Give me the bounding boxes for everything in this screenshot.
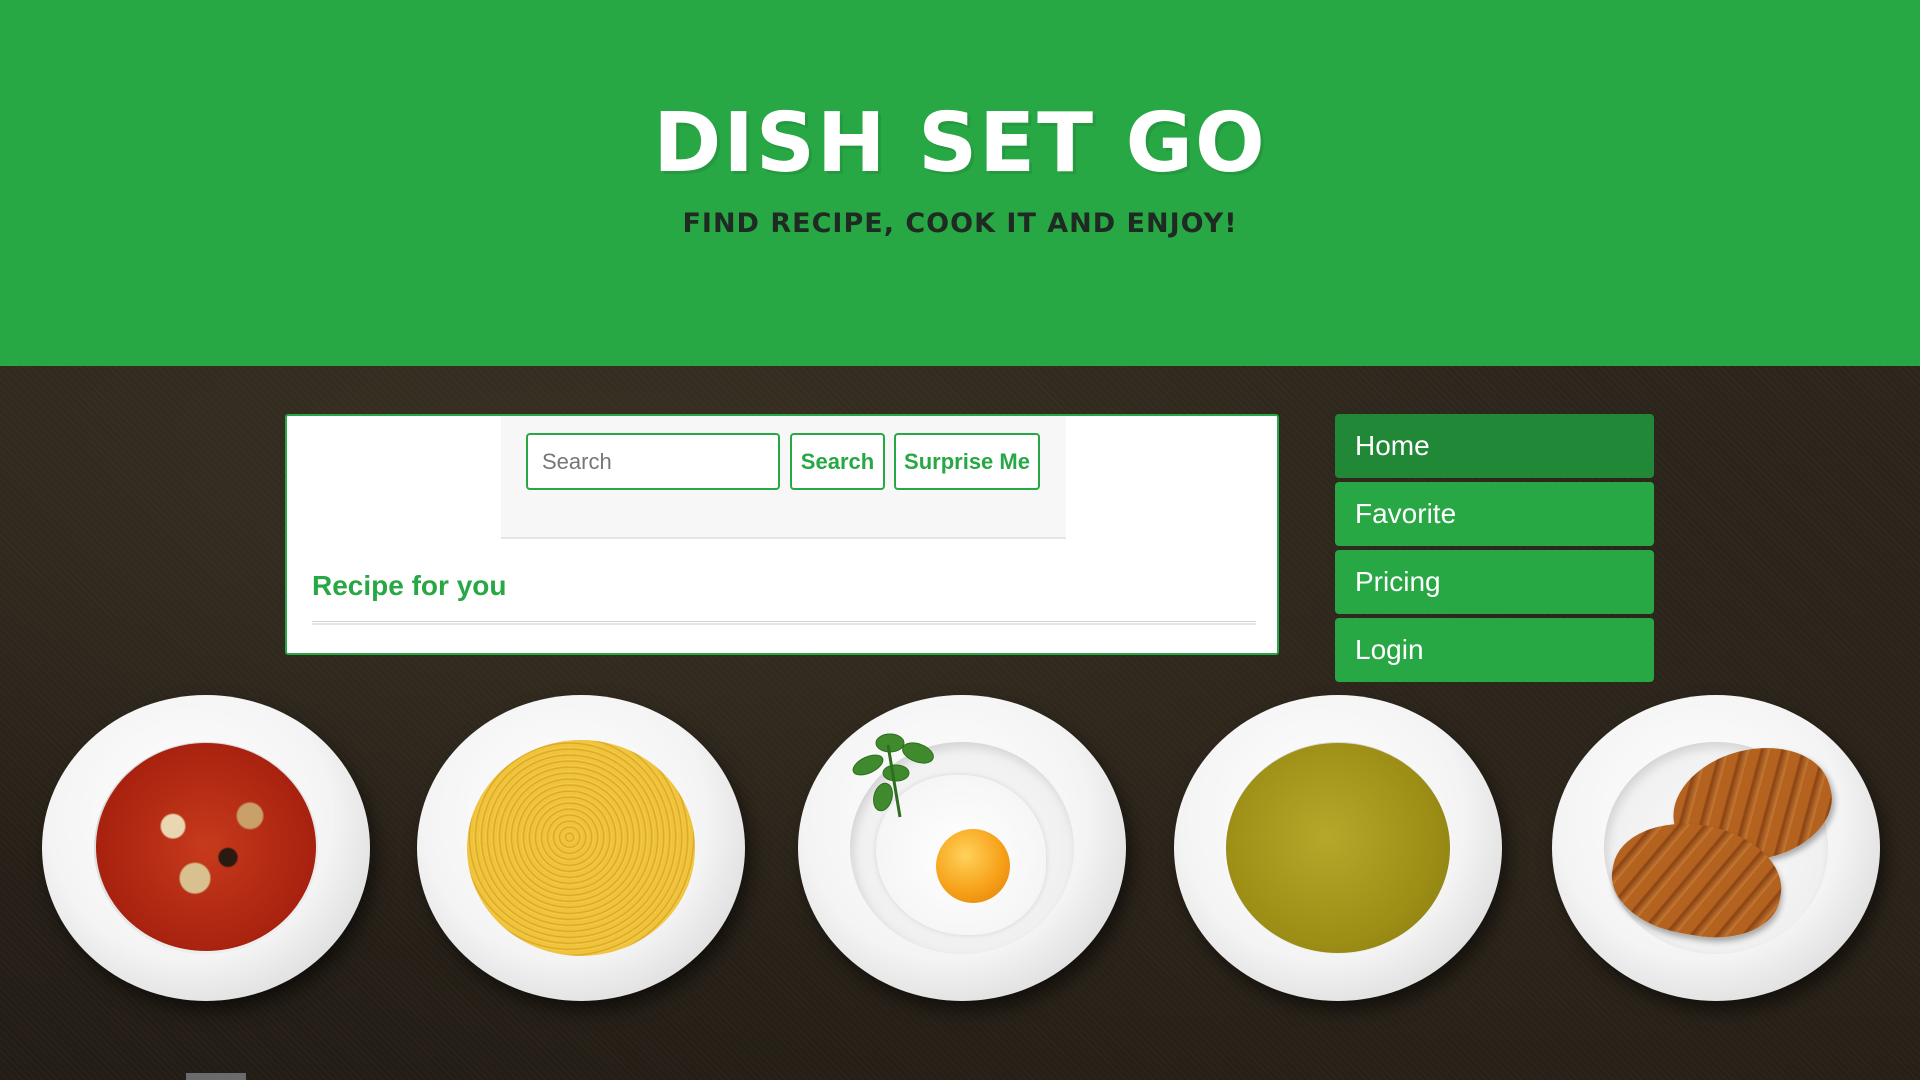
herb-garnish-icon bbox=[852, 733, 934, 818]
side-nav: Home Favorite Pricing Login bbox=[1335, 414, 1654, 686]
recipe-section-title: Recipe for you bbox=[312, 570, 507, 601]
recipe-panel: Search Surprise Me Recipe for you bbox=[285, 414, 1279, 655]
croissant-plate bbox=[1552, 695, 1880, 1001]
spaghetti-plate bbox=[417, 695, 745, 1001]
search-button[interactable]: Search bbox=[790, 433, 885, 490]
egg-yolk-image bbox=[936, 829, 1010, 903]
site-tagline: Find recipe, cook it and enjoy! bbox=[682, 208, 1238, 239]
fried-egg-plate bbox=[798, 695, 1126, 1001]
green-soup-image bbox=[1226, 743, 1450, 953]
nav-item-pricing[interactable]: Pricing bbox=[1335, 550, 1654, 614]
horizontal-scrollbar[interactable] bbox=[186, 1073, 246, 1080]
spaghetti-image bbox=[467, 740, 695, 956]
dish-plates bbox=[0, 695, 1920, 1005]
site-title: Dish set go bbox=[653, 96, 1267, 191]
minestrone-soup-image bbox=[96, 743, 316, 951]
section-divider bbox=[312, 621, 1256, 625]
green-soup-plate bbox=[1174, 695, 1502, 1001]
nav-item-home[interactable]: Home bbox=[1335, 414, 1654, 478]
minestrone-soup-plate bbox=[42, 695, 370, 1001]
site-header: Dish set go Find recipe, cook it and enj… bbox=[0, 0, 1920, 366]
nav-item-login[interactable]: Login bbox=[1335, 618, 1654, 682]
nav-item-favorite[interactable]: Favorite bbox=[1335, 482, 1654, 546]
surprise-me-button[interactable]: Surprise Me bbox=[894, 433, 1040, 490]
search-bar: Search Surprise Me bbox=[501, 416, 1066, 539]
search-input[interactable] bbox=[526, 433, 780, 490]
